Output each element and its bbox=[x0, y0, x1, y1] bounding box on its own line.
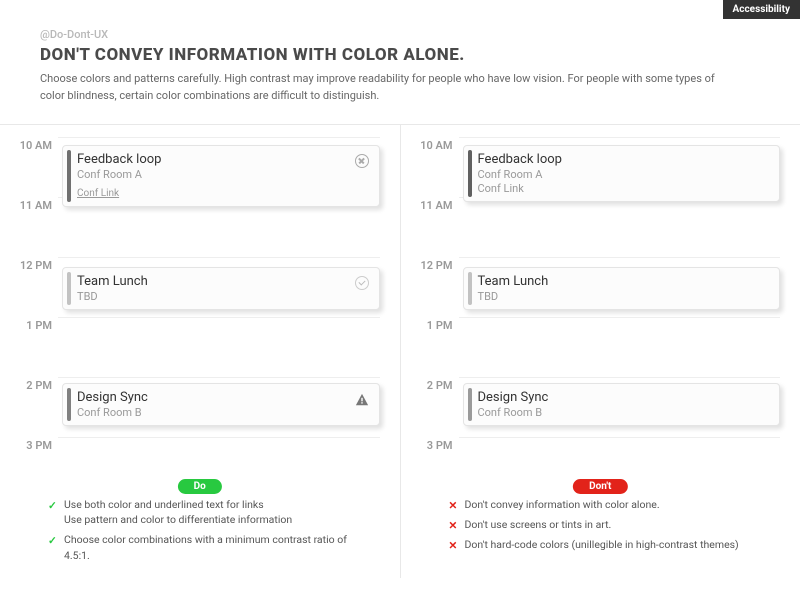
list-item: ✓Use both color and underlined text for … bbox=[48, 497, 372, 527]
header: @Do-Dont-UX DON'T CONVEY INFORMATION WIT… bbox=[0, 0, 800, 114]
do-pill: Do bbox=[178, 479, 222, 494]
do-panel: 10 AM 11 AM 12 PM 1 PM 2 PM 3 PM Feedbac… bbox=[0, 125, 401, 578]
time-label: 11 AM bbox=[12, 199, 52, 212]
list-item: ✕Don't hard-code colors (unillegible in … bbox=[449, 537, 773, 552]
time-label: 11 AM bbox=[413, 199, 453, 212]
page-title: DON'T CONVEY INFORMATION WITH COLOR ALON… bbox=[40, 45, 760, 65]
accessibility-badge: Accessibility bbox=[723, 0, 800, 19]
time-label: 1 PM bbox=[12, 319, 52, 332]
time-column: 10 AM 11 AM 12 PM 1 PM 2 PM 3 PM bbox=[413, 133, 461, 475]
declined-icon bbox=[355, 154, 369, 168]
time-label: 3 PM bbox=[413, 439, 453, 452]
gridline bbox=[58, 437, 380, 438]
event-room: TBD bbox=[478, 290, 770, 303]
event-room: TBD bbox=[77, 290, 369, 303]
accepted-icon bbox=[355, 276, 369, 290]
gridline bbox=[58, 317, 380, 318]
warning-icon bbox=[355, 392, 369, 406]
time-label: 3 PM bbox=[12, 439, 52, 452]
dont-panel: 10 AM 11 AM 12 PM 1 PM 2 PM 3 PM Feedbac… bbox=[401, 125, 800, 578]
event-room: Conf Room A bbox=[77, 168, 369, 181]
x-icon: ✕ bbox=[449, 538, 458, 553]
event-color-bar bbox=[468, 388, 472, 421]
event-color-bar bbox=[468, 150, 472, 197]
dont-calendar: 10 AM 11 AM 12 PM 1 PM 2 PM 3 PM Feedbac… bbox=[401, 125, 800, 475]
time-label: 1 PM bbox=[413, 319, 453, 332]
gridline bbox=[459, 377, 781, 378]
event-title: Feedback loop bbox=[77, 152, 369, 167]
author-handle: @Do-Dont-UX bbox=[40, 28, 760, 41]
time-column: 10 AM 11 AM 12 PM 1 PM 2 PM 3 PM bbox=[12, 133, 60, 475]
x-icon: ✕ bbox=[449, 518, 458, 533]
event-title: Team Lunch bbox=[478, 274, 770, 289]
event-card[interactable]: Design Sync Conf Room B bbox=[62, 383, 380, 426]
time-label: 12 PM bbox=[12, 259, 52, 272]
event-card[interactable]: Team Lunch TBD bbox=[463, 267, 781, 310]
event-room: Conf Room B bbox=[478, 406, 770, 419]
gridline bbox=[58, 137, 380, 138]
do-calendar: 10 AM 11 AM 12 PM 1 PM 2 PM 3 PM Feedbac… bbox=[0, 125, 400, 475]
event-title: Feedback loop bbox=[478, 152, 770, 167]
gridline bbox=[58, 377, 380, 378]
check-icon: ✓ bbox=[48, 533, 57, 548]
page-description: Choose colors and patterns carefully. Hi… bbox=[40, 71, 740, 104]
event-link-plain: Conf Link bbox=[478, 182, 770, 195]
check-icon: ✓ bbox=[48, 498, 57, 513]
list-item: ✕Don't convey information with color alo… bbox=[449, 497, 773, 512]
dont-pill: Don't bbox=[573, 479, 627, 494]
panels: 10 AM 11 AM 12 PM 1 PM 2 PM 3 PM Feedbac… bbox=[0, 124, 800, 578]
time-label: 2 PM bbox=[12, 379, 52, 392]
gridline bbox=[459, 437, 781, 438]
event-color-bar bbox=[67, 272, 71, 305]
x-icon: ✕ bbox=[449, 498, 458, 513]
time-label: 10 AM bbox=[413, 139, 453, 152]
gridline bbox=[459, 137, 781, 138]
list-item: ✓Choose color combinations with a minimu… bbox=[48, 532, 372, 562]
list-item: ✕Don't use screens or tints in art. bbox=[449, 517, 773, 532]
event-title: Design Sync bbox=[77, 390, 369, 405]
event-title: Team Lunch bbox=[77, 274, 369, 289]
event-card[interactable]: Design Sync Conf Room B bbox=[463, 383, 781, 426]
gridline bbox=[58, 257, 380, 258]
event-color-bar bbox=[67, 388, 71, 421]
event-color-bar bbox=[468, 272, 472, 305]
time-label: 12 PM bbox=[413, 259, 453, 272]
event-title: Design Sync bbox=[478, 390, 770, 405]
event-card[interactable]: Team Lunch TBD bbox=[62, 267, 380, 310]
event-room: Conf Room B bbox=[77, 406, 369, 419]
time-label: 10 AM bbox=[12, 139, 52, 152]
event-color-bar bbox=[67, 150, 71, 202]
event-card[interactable]: Feedback loop Conf Room A Conf Link bbox=[463, 145, 781, 202]
gridline bbox=[459, 317, 781, 318]
event-link[interactable]: Conf Link bbox=[77, 188, 119, 199]
gridline bbox=[459, 257, 781, 258]
event-room: Conf Room A bbox=[478, 168, 770, 181]
time-label: 2 PM bbox=[413, 379, 453, 392]
event-card[interactable]: Feedback loop Conf Room A Conf Link bbox=[62, 145, 380, 207]
